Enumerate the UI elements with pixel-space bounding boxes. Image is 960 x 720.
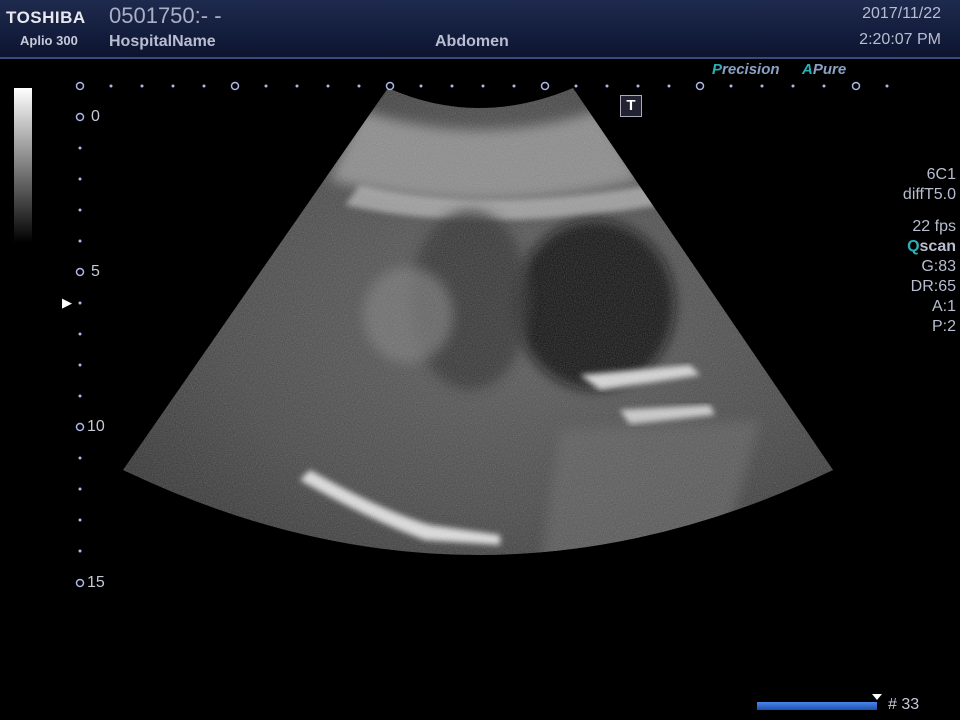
frame-number: # 33 bbox=[888, 696, 920, 713]
focus-marker-icon: ▶ bbox=[62, 295, 72, 310]
depth-scale bbox=[75, 112, 85, 588]
depth-label-10: 10 bbox=[87, 418, 105, 435]
apure-badge: APure bbox=[802, 61, 847, 78]
precision-badge: Precision bbox=[712, 61, 780, 78]
dynamic-range-value: DR:65 bbox=[910, 278, 956, 295]
frame-rate: 22 fps bbox=[912, 218, 956, 235]
depth-label-0: 0 bbox=[91, 108, 100, 125]
depth-label-5: 5 bbox=[91, 263, 100, 280]
imaging-params: 6C1 diffT5.0 22 fps Qscan G:83 DR:65 A:1… bbox=[836, 165, 956, 337]
cine-pointer-icon[interactable] bbox=[872, 694, 882, 700]
probe-name: 6C1 bbox=[926, 166, 956, 183]
depth-label-15: 15 bbox=[87, 574, 105, 591]
cine-bar[interactable] bbox=[757, 702, 877, 710]
orientation-marker: T bbox=[620, 95, 642, 117]
p-value: P:2 bbox=[931, 318, 956, 335]
grayscale-bar bbox=[14, 88, 32, 243]
qscan-label: Qscan bbox=[907, 238, 956, 255]
harmonic-mode: diffT5.0 bbox=[902, 186, 956, 203]
gain-value: G:83 bbox=[921, 258, 956, 275]
lateral-scale bbox=[75, 81, 861, 91]
a-value: A:1 bbox=[931, 298, 956, 315]
ultrasound-image bbox=[75, 81, 889, 588]
